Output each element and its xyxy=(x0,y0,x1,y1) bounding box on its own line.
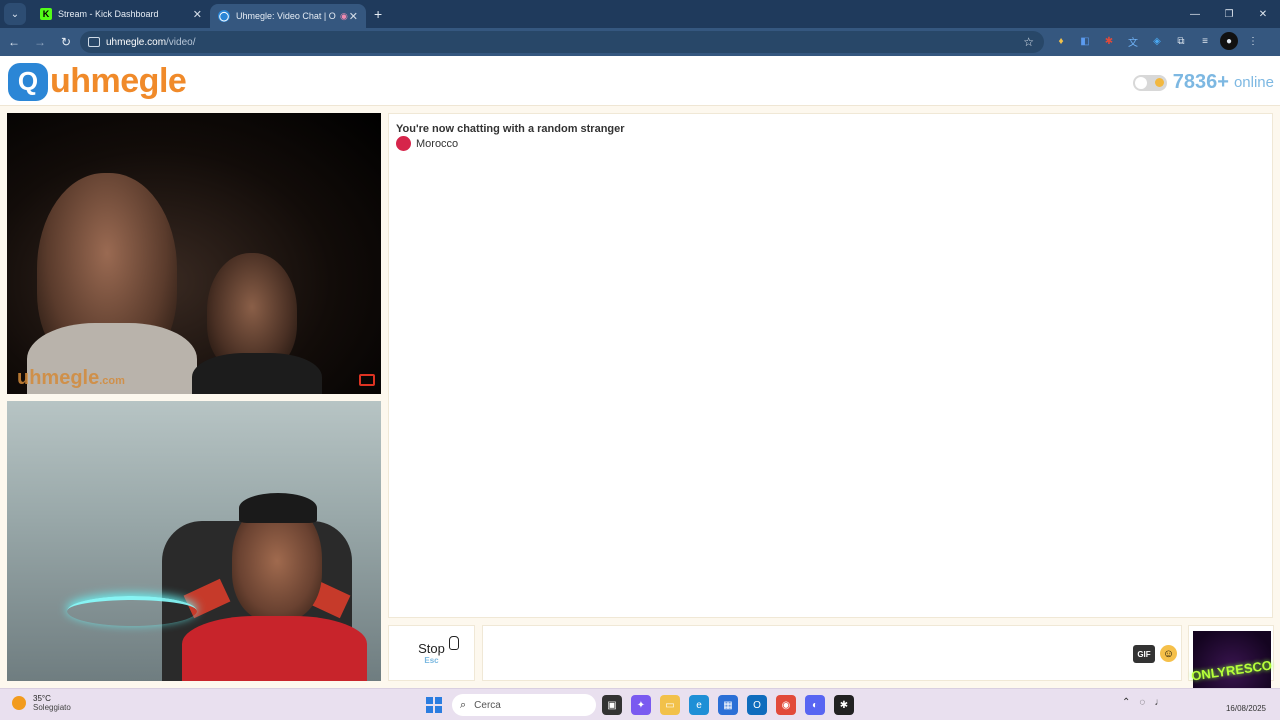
report-flag-icon[interactable] xyxy=(359,374,375,386)
kebab-menu-icon[interactable]: ⋮ xyxy=(1244,32,1262,50)
weather-sun-icon xyxy=(12,696,26,710)
copilot-icon[interactable]: ✦ xyxy=(631,695,651,715)
extension-icon[interactable]: ◧ xyxy=(1076,32,1094,50)
puzzle-icon[interactable]: ⧉ xyxy=(1172,32,1190,50)
theme-toggle[interactable] xyxy=(1132,74,1167,91)
extensions-area: ♦ ◧ ✱ 文 ◈ ⧉ ≡ ● ⋮ xyxy=(1052,32,1262,50)
kick-icon: K xyxy=(40,8,52,20)
bookmark-star-icon[interactable]: ☆ xyxy=(1023,35,1034,49)
system-tray: ⌃ ◌ ♩ xyxy=(1122,697,1164,708)
sun-icon xyxy=(1154,77,1164,87)
stop-label: Stop xyxy=(418,641,445,656)
stop-shortcut: Esc xyxy=(424,656,439,665)
chevron-up-icon[interactable]: ⌃ xyxy=(1122,697,1130,708)
reading-list-icon[interactable]: ≡ xyxy=(1196,32,1214,50)
weather-widget[interactable]: 35°C Soleggiato xyxy=(12,694,71,712)
tab-search-dropdown-icon[interactable]: ⌄ xyxy=(4,3,26,25)
close-tab-icon[interactable]: ✕ xyxy=(349,10,358,23)
url-path: /video/ xyxy=(166,36,196,48)
emoji-icon[interactable]: ☺ xyxy=(1160,645,1177,662)
address-bar[interactable]: uhmegle.com/video/ ☆ xyxy=(80,31,1044,53)
chrome-icon[interactable]: ◉ xyxy=(776,695,796,715)
back-arrow-icon[interactable]: ← xyxy=(2,30,26,54)
chat-log: You're now chatting with a random strang… xyxy=(388,113,1273,618)
store-icon[interactable]: ▦ xyxy=(718,695,738,715)
site-info-icon[interactable] xyxy=(88,37,100,47)
extension-icon[interactable]: ✱ xyxy=(1100,32,1118,50)
file-explorer-icon[interactable]: ▭ xyxy=(660,695,680,715)
logo-text: uhmegle xyxy=(50,62,187,100)
microphone-icon[interactable]: ♩ xyxy=(1154,697,1164,708)
app-icon[interactable]: ✱ xyxy=(834,695,854,715)
edge-icon[interactable]: e xyxy=(689,695,709,715)
self-video xyxy=(7,401,381,681)
task-view-icon[interactable]: ▣ xyxy=(602,695,622,715)
extension-icon[interactable]: ◈ xyxy=(1148,32,1166,50)
browser-toolbar: ← → ↻ uhmegle.com/video/ ☆ ♦ ◧ ✱ 文 ◈ ⧉ ≡… xyxy=(0,28,1280,56)
windows-start-icon[interactable] xyxy=(426,697,442,713)
video-watermark: uhmegle.com xyxy=(17,367,125,390)
stranger-country: Morocco xyxy=(396,136,458,151)
tab-kick-dashboard[interactable]: K Stream - Kick Dashboard ✕ xyxy=(32,0,210,28)
translate-icon[interactable]: 文 xyxy=(1124,32,1142,50)
site-logo[interactable]: Q uhmegle xyxy=(8,62,187,101)
hand-cursor-icon xyxy=(449,636,459,650)
recording-icon: ◉ xyxy=(340,10,348,21)
windows-taskbar: 35°C Soleggiato ⌕ Cerca ▣ ✦ ▭ e ▦ O ◉ ◐ … xyxy=(0,688,1280,720)
new-tab-button[interactable]: + xyxy=(374,6,382,22)
stop-button[interactable]: Stop Esc xyxy=(388,625,475,681)
close-window-icon[interactable]: ✕ xyxy=(1246,0,1280,28)
neon-light xyxy=(67,596,197,626)
url-text: uhmegle.com/video/ xyxy=(106,37,196,48)
temperature: 35°C xyxy=(33,694,51,703)
overlay-logo-text: ONLYRESCO xyxy=(1190,656,1274,684)
taskbar-date[interactable]: 16/08/2025 xyxy=(1226,704,1266,713)
taskbar-search[interactable]: ⌕ Cerca xyxy=(452,694,596,716)
country-name: Morocco xyxy=(416,137,459,150)
watermark-text: uhmegle xyxy=(17,367,100,389)
country-flag-icon xyxy=(396,136,411,151)
outlook-icon[interactable]: O xyxy=(747,695,767,715)
discord-icon[interactable]: ◐ xyxy=(805,695,825,715)
taskbar-apps: ▣ ✦ ▭ e ▦ O ◉ ◐ ✱ xyxy=(602,695,854,715)
cap xyxy=(239,493,317,523)
close-tab-icon[interactable]: ✕ xyxy=(193,8,202,21)
self-shirt xyxy=(182,616,367,681)
search-icon: ⌕ xyxy=(460,698,467,711)
chat-status: You're now chatting with a random strang… xyxy=(396,123,625,135)
watermark-suffix: .com xyxy=(99,375,125,387)
restore-icon[interactable]: ❐ xyxy=(1212,0,1246,28)
profile-avatar[interactable]: ● xyxy=(1220,32,1238,50)
search-placeholder: Cerca xyxy=(474,699,501,711)
chat-bubble-logo-icon: Q xyxy=(8,62,48,101)
forward-arrow-icon[interactable]: → xyxy=(28,30,52,54)
tab-uhmegle[interactable]: ◯ Uhmegle: Video Chat | Ome ◉ ✕ xyxy=(210,4,366,28)
window-controls: — ❐ ✕ xyxy=(1178,0,1280,28)
tab-title: Uhmegle: Video Chat | Ome xyxy=(236,11,336,21)
tab-title: Stream - Kick Dashboard xyxy=(58,9,159,19)
site-header: Q uhmegle 7836+ online xyxy=(0,56,1280,106)
uhmegle-icon: ◯ xyxy=(218,10,230,22)
online-indicator: 7836+ online xyxy=(1132,71,1274,94)
message-input[interactable]: GIF ☺ xyxy=(482,625,1182,681)
minimize-icon[interactable]: — xyxy=(1178,0,1212,28)
stranger-video: uhmegle.com xyxy=(7,113,381,394)
gif-button[interactable]: GIF xyxy=(1133,645,1155,663)
reload-icon[interactable]: ↻ xyxy=(54,30,78,54)
weather-text: Soleggiato xyxy=(33,703,71,712)
url-host: uhmegle.com xyxy=(106,36,167,48)
stranger-shirt-2 xyxy=(192,353,322,394)
online-label: online xyxy=(1233,74,1274,91)
extension-icon[interactable]: ♦ xyxy=(1052,32,1070,50)
browser-tab-bar: ⌄ K Stream - Kick Dashboard ✕ ◯ Uhmegle:… xyxy=(0,0,1280,28)
online-count: 7836+ xyxy=(1172,71,1229,93)
network-icon[interactable]: ◌ xyxy=(1139,697,1145,708)
